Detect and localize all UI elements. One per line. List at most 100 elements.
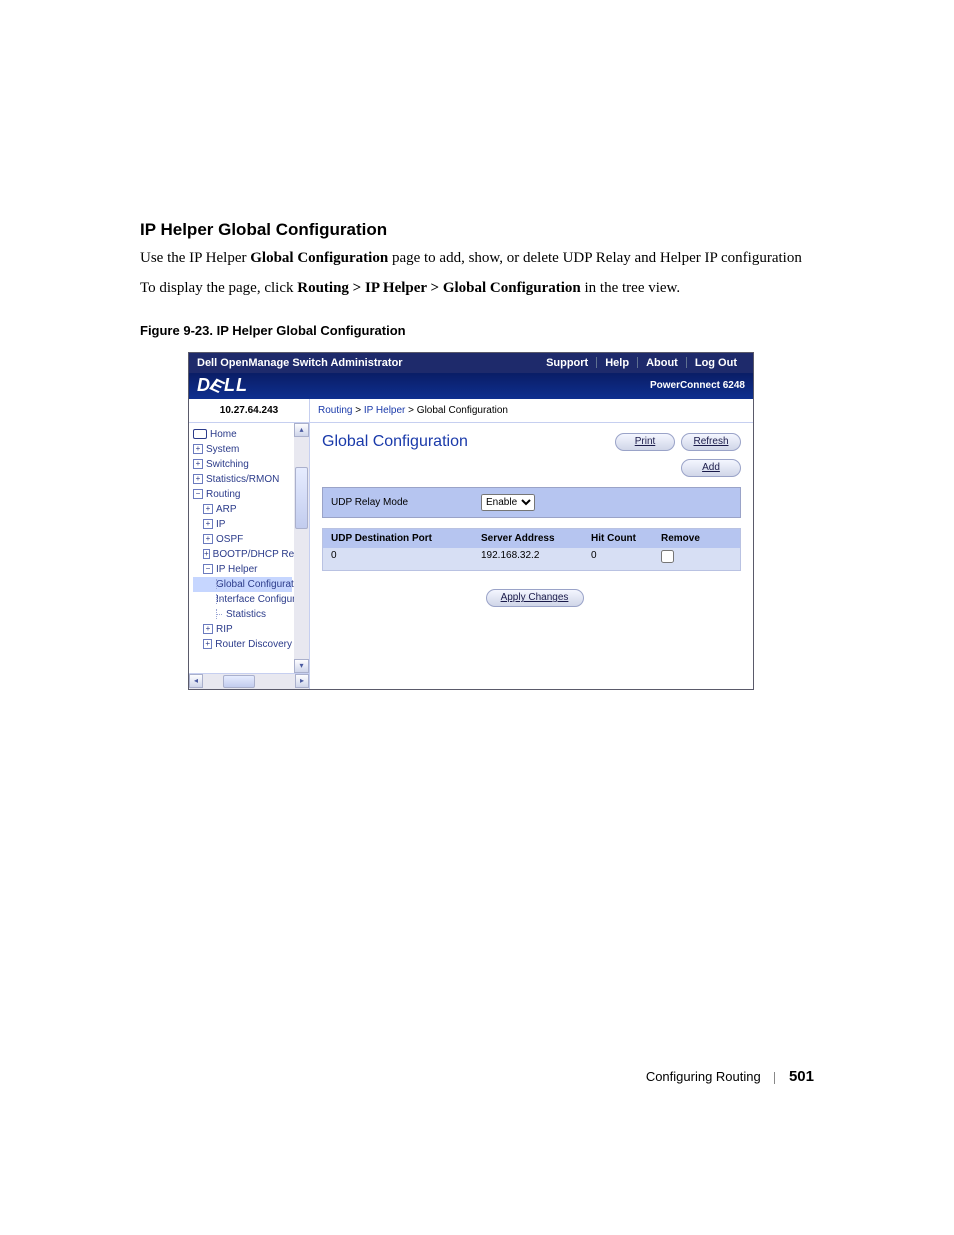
figure-caption: Figure 9-23. IP Helper Global Configurat… <box>140 323 814 338</box>
tree-item-statistics[interactable]: Statistics <box>193 607 292 622</box>
link-support[interactable]: Support <box>546 357 588 369</box>
tree-vscrollbar[interactable]: ▴ ▾ <box>294 423 309 673</box>
link-logout[interactable]: Log Out <box>695 357 737 369</box>
cell-hits: 0 <box>591 550 661 566</box>
add-button[interactable]: Add <box>681 459 741 477</box>
expand-icon: + <box>203 639 212 649</box>
expand-icon: + <box>193 444 203 454</box>
expand-icon: + <box>203 504 213 514</box>
app-titlebar: Dell OpenManage Switch Administrator Sup… <box>189 353 753 373</box>
tree-item-label: Switching <box>206 457 249 472</box>
tree-item-label: Statistics <box>226 607 266 622</box>
tree-item-label: Statistics/RMON <box>206 472 279 487</box>
expand-icon: + <box>203 534 213 544</box>
tree-item-interface-configuration[interactable]: Interface Configuration <box>193 592 292 607</box>
refresh-button[interactable]: Refresh <box>681 433 741 451</box>
tree-item-router-discovery[interactable]: +Router Discovery <box>193 637 292 652</box>
relay-mode-select[interactable]: Enable <box>481 494 535 511</box>
sidebar: 10.27.64.243 Home+System+Switching+Stati… <box>189 399 310 689</box>
nav-tree: Home+System+Switching+Statistics/RMON−Ro… <box>189 423 294 673</box>
tree-item-system[interactable]: +System <box>193 442 292 457</box>
tree-item-routing[interactable]: −Routing <box>193 487 292 502</box>
tree-connector-icon <box>213 609 223 619</box>
titlebar-divider <box>686 357 687 368</box>
relay-table: UDP Destination Port Server Address Hit … <box>322 528 741 571</box>
tree-item-arp[interactable]: +ARP <box>193 502 292 517</box>
print-button[interactable]: Print <box>615 433 675 451</box>
tree-item-global-configuration[interactable]: Global Configuration <box>193 577 292 592</box>
tree-item-label: IP <box>216 517 225 532</box>
tree-item-ospf[interactable]: +OSPF <box>193 532 292 547</box>
col-udp-port: UDP Destination Port <box>331 533 481 544</box>
expand-icon: + <box>203 549 210 559</box>
breadcrumb-iphelper[interactable]: IP Helper <box>364 405 406 416</box>
app-title: Dell OpenManage Switch Administrator <box>197 357 403 369</box>
table-row: 0 192.168.32.2 0 <box>323 548 740 570</box>
scroll-left-icon[interactable]: ◂ <box>189 674 203 688</box>
screenshot-panel: Dell OpenManage Switch Administrator Sup… <box>188 352 754 690</box>
apply-changes-button[interactable]: Apply Changes <box>486 589 584 607</box>
home-icon <box>193 429 207 439</box>
para1-post: page to add, show, or delete UDP Relay a… <box>388 250 802 266</box>
relay-mode-label: UDP Relay Mode <box>331 497 481 508</box>
tree-item-label: Global Configuration <box>216 577 294 592</box>
tree-item-label: System <box>206 442 239 457</box>
cell-server: 192.168.32.2 <box>481 550 591 566</box>
para2-post: in the tree view. <box>581 280 680 296</box>
brand-bar: DELL PowerConnect 6248 <box>189 373 753 399</box>
tree-item-switching[interactable]: +Switching <box>193 457 292 472</box>
footer-section: Configuring Routing <box>646 1069 761 1084</box>
tree-item-home[interactable]: Home <box>193 427 292 442</box>
scroll-thumb-h[interactable] <box>223 675 255 688</box>
tree-item-label: ARP <box>216 502 237 517</box>
breadcrumb: Routing > IP Helper > Global Configurati… <box>310 399 753 423</box>
expand-icon: + <box>193 459 203 469</box>
tree-item-label: Router Discovery <box>215 637 292 652</box>
tree-item-label: OSPF <box>216 532 243 547</box>
tree-item-label: Interface Configuration <box>216 592 294 607</box>
expand-icon: + <box>203 519 213 529</box>
titlebar-divider <box>637 357 638 368</box>
col-server-address: Server Address <box>481 533 591 544</box>
tree-item-statistics-rmon[interactable]: +Statistics/RMON <box>193 472 292 487</box>
breadcrumb-current: Global Configuration <box>417 405 508 416</box>
breadcrumb-sep: > <box>355 405 361 416</box>
tree-item-label: IP Helper <box>216 562 258 577</box>
collapse-icon: − <box>203 564 213 574</box>
breadcrumb-routing[interactable]: Routing <box>318 405 352 416</box>
cell-port: 0 <box>331 550 481 566</box>
link-help[interactable]: Help <box>605 357 629 369</box>
tree-item-label: BOOTP/DHCP Relay Agent <box>213 547 294 562</box>
scroll-down-icon[interactable]: ▾ <box>294 659 309 673</box>
remove-checkbox[interactable] <box>661 550 674 563</box>
scroll-up-icon[interactable]: ▴ <box>294 423 309 437</box>
col-hit-count: Hit Count <box>591 533 661 544</box>
dell-logo: DELL <box>197 375 248 396</box>
page-title: Global Configuration <box>322 433 468 451</box>
relay-mode-panel: UDP Relay Mode Enable <box>322 487 741 518</box>
tree-hscrollbar[interactable]: ◂ ▸ <box>189 674 309 689</box>
tree-item-bootp-dhcp-relay-agent[interactable]: +BOOTP/DHCP Relay Agent <box>193 547 292 562</box>
tree-item-label: RIP <box>216 622 233 637</box>
footer-page: 501 <box>789 1068 814 1085</box>
tree-item-label: Routing <box>206 487 240 502</box>
col-remove: Remove <box>661 533 731 544</box>
expand-icon: + <box>203 624 213 634</box>
scroll-right-icon[interactable]: ▸ <box>295 674 309 688</box>
collapse-icon: − <box>193 489 203 499</box>
para1-bold: Global Configuration <box>250 250 388 266</box>
breadcrumb-sep: > <box>408 405 414 416</box>
footer-divider <box>774 1072 775 1084</box>
product-name: PowerConnect 6248 <box>650 380 745 391</box>
para2-pre: To display the page, click <box>140 280 297 296</box>
paragraph-2: To display the page, click Routing > IP … <box>140 278 814 298</box>
tree-item-label: Home <box>210 427 237 442</box>
para1-pre: Use the IP Helper <box>140 250 250 266</box>
link-about[interactable]: About <box>646 357 678 369</box>
scroll-thumb[interactable] <box>295 467 308 529</box>
device-ip: 10.27.64.243 <box>189 399 309 423</box>
tree-item-ip[interactable]: +IP <box>193 517 292 532</box>
paragraph-1: Use the IP Helper Global Configuration p… <box>140 248 814 268</box>
tree-item-rip[interactable]: +RIP <box>193 622 292 637</box>
tree-item-ip-helper[interactable]: −IP Helper <box>193 562 292 577</box>
